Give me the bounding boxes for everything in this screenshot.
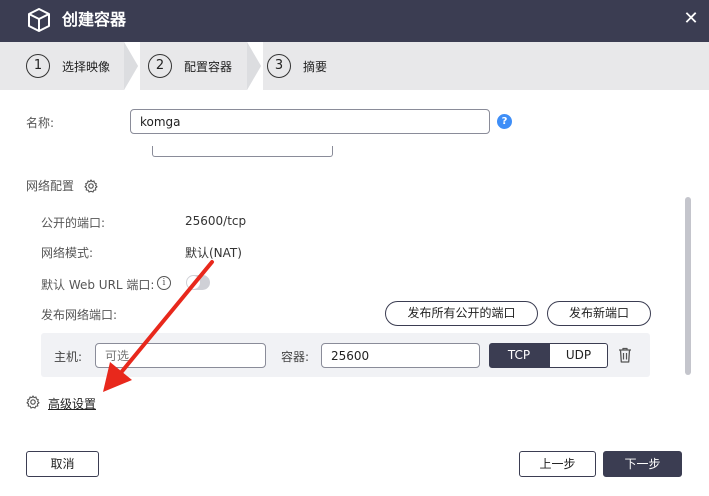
toggle-knob: [187, 276, 200, 289]
info-icon[interactable]: i: [157, 276, 171, 290]
network-section-title: 网络配置: [26, 179, 75, 193]
tcp-toggle-button[interactable]: TCP: [489, 343, 549, 368]
container-label: 容器:: [281, 350, 310, 364]
web-url-port-label: 默认 Web URL 端口:: [41, 278, 155, 292]
publish-all-ports-button[interactable]: 发布所有公开的端口: [385, 301, 538, 326]
dropdown-edge: [152, 146, 333, 157]
window-title: 创建容器: [62, 10, 127, 29]
step-number: 1: [26, 54, 50, 78]
wizard-steps: 1 选择映像 2 配置容器 3 摘要: [0, 42, 709, 90]
step-separator-arrow: [247, 42, 263, 90]
web-url-toggle[interactable]: [186, 275, 210, 290]
name-label: 名称:: [26, 116, 55, 130]
host-label: 主机:: [54, 350, 83, 364]
step-configure-container: 2 配置容器: [148, 42, 232, 90]
close-icon[interactable]: ✕: [682, 10, 700, 28]
host-port-input[interactable]: [95, 343, 266, 368]
network-mode-value: 默认(NAT): [185, 246, 242, 260]
next-button[interactable]: 下一步: [603, 451, 682, 477]
container-cube-icon: [28, 8, 50, 32]
step-number: 3: [267, 54, 291, 78]
container-port-input[interactable]: [321, 343, 480, 368]
network-mode-label: 网络模式:: [41, 246, 94, 260]
gear-icon[interactable]: [84, 179, 98, 193]
public-port-label: 公开的端口:: [41, 216, 106, 230]
step-select-image: 1 选择映像: [26, 42, 110, 90]
title-bar: 创建容器 ✕: [0, 0, 709, 42]
public-port-value: 25600/tcp: [185, 214, 247, 228]
step-number: 2: [148, 54, 172, 78]
publish-new-port-button[interactable]: 发布新端口: [547, 301, 651, 326]
help-icon[interactable]: ?: [497, 114, 512, 129]
previous-button[interactable]: 上一步: [519, 451, 596, 477]
step-summary: 3 摘要: [267, 42, 327, 90]
gear-icon[interactable]: [26, 395, 40, 409]
udp-toggle-button[interactable]: UDP: [549, 343, 608, 368]
scrollbar[interactable]: [685, 197, 691, 375]
cancel-button[interactable]: 取消: [26, 451, 99, 477]
step-label: 摘要: [303, 59, 328, 74]
name-input[interactable]: [130, 109, 490, 134]
advanced-settings-link[interactable]: 高级设置: [48, 395, 96, 412]
step-label: 配置容器: [184, 59, 233, 74]
publish-port-label: 发布网络端口:: [41, 308, 118, 322]
trash-icon[interactable]: [618, 347, 632, 363]
step-separator-arrow: [124, 42, 140, 90]
step-label: 选择映像: [62, 59, 111, 74]
